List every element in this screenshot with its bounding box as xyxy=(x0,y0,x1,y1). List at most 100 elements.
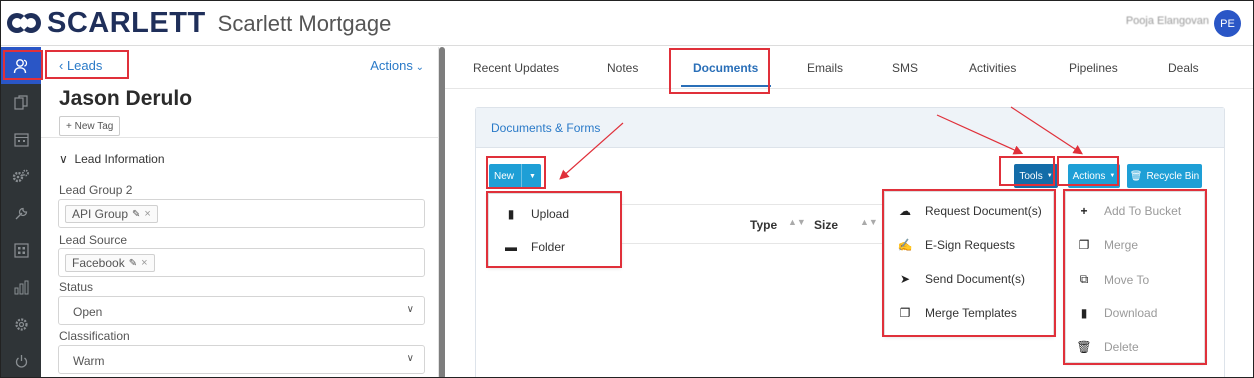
rail-settings[interactable] xyxy=(1,306,41,343)
tab-pipelines[interactable]: Pipelines xyxy=(1069,61,1118,75)
menu-item-move-to[interactable]: ⧉ Move To xyxy=(1076,272,1149,287)
classification-value: Warm xyxy=(73,354,105,368)
caret-down-icon: ▼ xyxy=(529,172,536,180)
classification-select[interactable]: Warm ∨ xyxy=(58,345,425,374)
lead-source-label: Lead Source xyxy=(59,233,128,247)
folder-icon: ▬ xyxy=(505,240,517,254)
app-name: Scarlett Mortgage xyxy=(217,11,392,36)
grid-icon xyxy=(13,243,29,258)
icon-rail xyxy=(1,47,41,377)
rail-leads[interactable] xyxy=(1,47,41,84)
trash-icon: 🗑 xyxy=(1076,340,1092,354)
tools-button[interactable]: Tools ▼ xyxy=(1014,164,1058,188)
menu-item-folder[interactable]: ▬ Folder xyxy=(503,240,565,254)
rail-documents[interactable] xyxy=(1,84,41,121)
tab-notes[interactable]: Notes xyxy=(607,61,638,75)
close-icon[interactable]: × xyxy=(144,208,150,220)
chevron-down-icon: ∨ xyxy=(59,152,75,166)
lead-information-toggle[interactable]: ∨ Lead Information xyxy=(59,152,165,166)
back-to-leads-link[interactable]: ‹ Leads xyxy=(59,58,102,73)
actions-button[interactable]: Actions ▼ xyxy=(1068,164,1120,188)
caret-down-icon: ▼ xyxy=(1046,173,1053,179)
cloud-upload-icon: ☁ xyxy=(899,204,911,218)
logo-icon xyxy=(7,11,43,37)
brand-name: SCARLETT xyxy=(47,7,206,39)
lead-source-chip[interactable]: Facebook ✎ × xyxy=(65,254,155,272)
menu-item-merge[interactable]: ❐ Merge xyxy=(1076,238,1138,252)
actions-dropdown-menu: + Add To Bucket ❐ Merge ⧉ Move To ▮ Download… xyxy=(1065,191,1205,363)
paper-plane-icon: ➤ xyxy=(899,272,911,286)
tools-dropdown-menu: ☁ Request Document(s) ✍ E-Sign Requests ➤ S… xyxy=(884,191,1054,336)
lead-group-label: Lead Group 2 xyxy=(59,183,133,197)
active-tab-indicator xyxy=(681,85,771,87)
menu-item-upload[interactable]: ▮ Upload xyxy=(503,207,569,221)
top-bar: SCARLETT Scarlett Mortgage Pooja Elangov… xyxy=(1,1,1253,46)
column-type[interactable]: Type xyxy=(750,218,777,232)
gear-icon xyxy=(14,318,28,331)
lead-panel: ‹ Leads Actions ⌄ Jason Derulo + New Tag… xyxy=(41,47,439,377)
rail-grid[interactable] xyxy=(1,232,41,269)
lead-group-field[interactable]: API Group ✎ × xyxy=(58,199,425,228)
column-size[interactable]: Size xyxy=(814,218,838,232)
chevron-down-icon: ∨ xyxy=(406,304,414,315)
menu-item-delete[interactable]: 🗑 Delete xyxy=(1076,340,1138,354)
documents-card-header: Documents & Forms xyxy=(476,108,1224,148)
lead-source-field[interactable]: Facebook ✎ × xyxy=(58,248,425,277)
bar-chart-icon xyxy=(14,280,28,295)
tab-recent-updates[interactable]: Recent Updates xyxy=(473,61,559,75)
tab-bar: Recent Updates Notes Documents Emails SM… xyxy=(445,47,1253,89)
new-tag-button[interactable]: + New Tag xyxy=(59,116,121,136)
tab-documents[interactable]: Documents xyxy=(693,61,758,75)
tab-emails[interactable]: Emails xyxy=(807,61,843,75)
status-select[interactable]: Open ∨ xyxy=(58,296,425,325)
app-window: SCARLETT Scarlett Mortgage Pooja Elangov… xyxy=(0,0,1254,378)
rail-settings-group[interactable] xyxy=(1,158,41,195)
lead-actions-dropdown[interactable]: Actions ⌄ xyxy=(370,58,424,73)
chevron-down-icon: ∨ xyxy=(406,353,414,364)
copy-icon: ❐ xyxy=(899,306,911,320)
menu-item-esign-requests[interactable]: ✍ E-Sign Requests xyxy=(897,238,1016,252)
new-button[interactable]: New ▼ xyxy=(489,164,541,188)
tab-activities[interactable]: Activities xyxy=(969,61,1016,75)
close-icon[interactable]: × xyxy=(141,257,147,269)
lead-group-chip[interactable]: API Group ✎ × xyxy=(65,205,158,223)
menu-item-merge-templates[interactable]: ❐ Merge Templates xyxy=(897,306,1017,320)
rail-logout[interactable] xyxy=(1,343,41,377)
documents-icon xyxy=(13,95,28,110)
chevron-left-icon: ‹ xyxy=(59,58,67,73)
tab-deals[interactable]: Deals xyxy=(1168,61,1199,75)
signature-icon: ✍ xyxy=(897,238,913,252)
menu-item-add-to-bucket[interactable]: + Add To Bucket xyxy=(1076,204,1181,218)
gears-icon xyxy=(12,169,29,183)
caret-down-icon: ▼ xyxy=(1109,173,1116,179)
rail-calendar[interactable] xyxy=(1,121,41,158)
divider xyxy=(41,137,439,138)
calendar-icon xyxy=(13,133,29,147)
rail-tools[interactable] xyxy=(1,195,41,232)
documents-card-title: Documents & Forms xyxy=(491,121,601,135)
sort-icon[interactable]: ▲▼ xyxy=(788,217,806,227)
download-icon: ▮ xyxy=(1080,306,1088,320)
wrench-icon xyxy=(15,207,27,220)
menu-item-download[interactable]: ▮ Download xyxy=(1076,306,1158,320)
plus-icon: + xyxy=(1080,204,1088,218)
classification-label: Classification xyxy=(59,329,130,343)
lead-name: Jason Derulo xyxy=(59,87,193,110)
copy-icon: ❐ xyxy=(1078,238,1090,252)
recycle-bin-button[interactable]: 🗑 Recycle Bin xyxy=(1127,164,1202,188)
user-name[interactable]: Pooja Elangovan xyxy=(1126,15,1209,27)
menu-item-send-documents[interactable]: ➤ Send Document(s) xyxy=(897,272,1025,286)
sort-icon[interactable]: ▲▼ xyxy=(860,217,878,227)
users-icon xyxy=(13,58,28,73)
new-dropdown-menu: ▮ Upload ▬ Folder xyxy=(488,193,621,267)
power-icon xyxy=(15,355,27,368)
menu-item-request-documents[interactable]: ☁ Request Document(s) xyxy=(897,204,1042,218)
edit-icon[interactable]: ✎ xyxy=(132,209,140,220)
tab-sms[interactable]: SMS xyxy=(892,61,918,75)
chevron-down-icon: ⌄ xyxy=(412,62,424,73)
file-upload-icon: ▮ xyxy=(507,207,515,221)
rail-reports[interactable] xyxy=(1,269,41,306)
avatar[interactable]: PE xyxy=(1214,10,1241,37)
logo[interactable]: SCARLETT Scarlett Mortgage xyxy=(7,9,391,38)
edit-icon[interactable]: ✎ xyxy=(129,258,137,269)
